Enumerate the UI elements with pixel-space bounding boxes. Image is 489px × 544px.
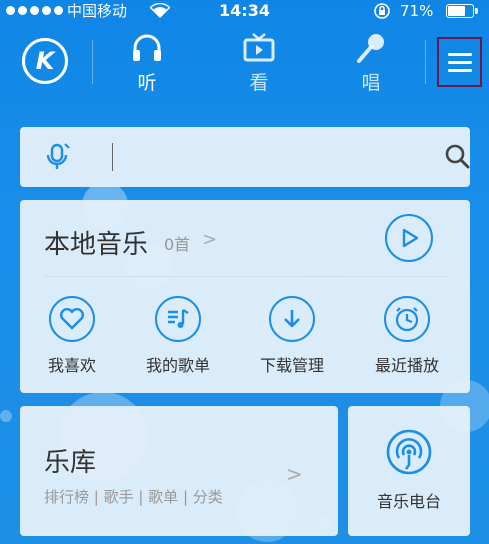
tab-sing[interactable]: 唱 (341, 30, 401, 95)
music-radio-card[interactable]: 音乐电台 (348, 406, 470, 536)
headphones-icon (117, 30, 177, 66)
nav-divider (92, 40, 93, 84)
radio-icon (386, 429, 432, 475)
clock-icon (395, 307, 419, 332)
action-label: 下载管理 (259, 356, 324, 375)
menu-button[interactable] (437, 37, 482, 87)
my-playlists-button[interactable]: 我的歌单 (128, 296, 228, 376)
local-music-card[interactable]: 本地音乐 0首 > 我喜欢 我的歌单 下载管理 最近播放 (20, 200, 470, 393)
action-label: 我的歌单 (145, 356, 210, 375)
nav-divider (425, 40, 426, 84)
tv-icon (229, 30, 289, 66)
local-music-title[interactable]: 本地音乐 (44, 224, 148, 261)
tab-label: 听 (137, 72, 157, 94)
top-nav: K 听 看 唱 (0, 22, 489, 100)
playlist-icon (168, 308, 189, 328)
tab-watch[interactable]: 看 (229, 30, 289, 95)
text-cursor (112, 143, 113, 171)
heart-icon (59, 307, 85, 330)
action-label: 我喜欢 (47, 356, 96, 375)
tab-listen[interactable]: 听 (117, 30, 177, 95)
play-all-button[interactable] (385, 214, 433, 262)
library-title: 乐库 (44, 448, 97, 478)
kugou-logo[interactable]: K (22, 38, 68, 84)
search-bar (20, 127, 470, 187)
microphone-icon (341, 30, 401, 66)
status-bar: 中国移动 14:34 71% (0, 0, 489, 22)
menu-icon (447, 48, 472, 77)
local-music-count: 0首 (164, 235, 191, 254)
search-icon[interactable] (444, 143, 470, 173)
tab-label: 唱 (361, 72, 381, 94)
chevron-right-icon: > (202, 229, 218, 250)
action-label: 最近播放 (374, 356, 439, 375)
download-icon (284, 310, 300, 328)
favorites-button[interactable]: 我喜欢 (22, 296, 122, 376)
library-categories: 排行榜 | 歌手 | 歌单 | 分类 (44, 488, 223, 506)
battery-icon (446, 4, 478, 18)
music-library-card[interactable]: 乐库 > 排行榜 | 歌手 | 歌单 | 分类 (20, 406, 338, 536)
play-icon (402, 228, 419, 248)
recent-plays-button[interactable]: 最近播放 (357, 296, 457, 376)
tab-label: 看 (249, 72, 269, 94)
chevron-right-icon: > (286, 462, 303, 486)
radio-label: 音乐电台 (376, 492, 441, 511)
search-input[interactable] (120, 141, 430, 173)
download-manager-button[interactable]: 下载管理 (242, 296, 342, 376)
divider (44, 276, 446, 277)
rotation-lock-icon (373, 2, 391, 24)
voice-search-icon[interactable] (44, 142, 72, 176)
battery-percent: 71% (400, 2, 434, 20)
